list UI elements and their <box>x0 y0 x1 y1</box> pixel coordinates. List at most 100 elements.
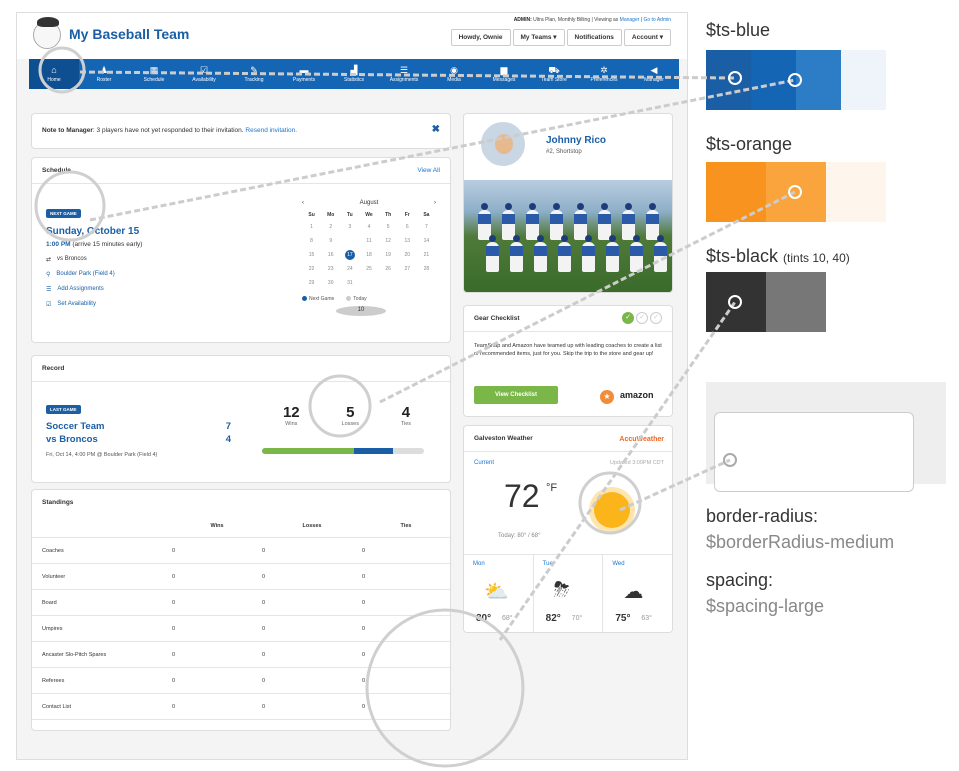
nav-item-home[interactable]: ⌂ Home <box>29 59 79 89</box>
calendar-day[interactable]: 8 <box>307 236 317 246</box>
calendar-day[interactable]: 6 <box>402 222 412 232</box>
table-row: Volunteer 0 0 0 <box>32 564 450 590</box>
standings-table: Wins Losses Ties Coaches 0 0 0 Volunteer 0 0 0 Boar… <box>32 514 450 720</box>
calendar-day[interactable]: 5 <box>383 222 393 232</box>
calendar-day[interactable]: 9 <box>326 236 336 246</box>
nav-icon: ⌂ <box>51 64 57 75</box>
notifications-button[interactable]: Notifications <box>566 29 622 46</box>
table-cell: Board <box>42 599 57 606</box>
calendar-day[interactable]: 3 <box>345 222 355 232</box>
table-cell: 0 <box>362 599 366 606</box>
nav-item-availability[interactable]: ☑ Availability <box>179 59 229 89</box>
table-cell: Contact List <box>42 703 72 710</box>
last-game-badge: LAST GAME <box>46 405 81 414</box>
opponent-row: ⇄ vs Broncos <box>46 256 87 263</box>
player-figure <box>534 235 547 272</box>
nav-item-payments[interactable]: ▬ Payments <box>279 59 329 89</box>
manager-link[interactable]: Manager <box>620 17 640 23</box>
map-pin-icon: ⚲ <box>46 272 51 278</box>
calendar-day[interactable]: 10 <box>336 306 386 316</box>
calendar-day[interactable]: 16 <box>326 250 336 260</box>
table-cell: 0 <box>262 625 266 632</box>
nav-item-manager[interactable]: ◀ Manager <box>629 59 679 89</box>
calendar-day[interactable]: 15 <box>307 250 317 260</box>
weather-icon: ☁ <box>623 581 644 603</box>
weather-card: Galveston Weather AccuWeather Current Up… <box>463 425 673 633</box>
close-icon[interactable]: ✖ <box>432 124 440 135</box>
nav-item-schedule[interactable]: ▦ Schedule <box>129 59 179 89</box>
player-figure <box>654 235 667 272</box>
my-teams-button[interactable]: My Teams ▾ <box>512 29 565 46</box>
table-cell: 0 <box>172 703 176 710</box>
table-row: Contact List 0 0 0 <box>32 694 450 720</box>
calendar-day[interactable]: 24 <box>345 264 355 274</box>
radius-value: $borderRadius-medium <box>706 532 895 552</box>
calendar-day[interactable]: 27 <box>402 264 412 274</box>
nav-item-roster[interactable]: ♟ Roster <box>79 59 129 89</box>
calendar-weekday: We <box>365 212 373 218</box>
calendar-day[interactable]: 21 <box>421 250 431 260</box>
nav-item-statistics[interactable]: ▟ Statistics <box>329 59 379 89</box>
set-availability-link[interactable]: ☑ Set Availability <box>46 301 142 308</box>
view-checklist-button[interactable]: View Checklist <box>474 386 558 404</box>
standings-title: Standings <box>42 499 74 506</box>
forecast-day-name: Wed <box>612 561 625 567</box>
calendar-day[interactable]: 13 <box>402 236 412 246</box>
calendar-day[interactable]: 12 <box>383 236 393 246</box>
calendar-day[interactable]: 23 <box>326 264 336 274</box>
table-cell: 0 <box>362 573 366 580</box>
calendar-day[interactable]: 31 <box>345 278 355 288</box>
ts-black-label: $ts-black (tints 10, 40) <box>706 246 850 266</box>
calendar-day[interactable]: 28 <box>421 264 431 274</box>
forecast-day: Wed ☁ 75° 63° <box>603 555 672 632</box>
record-card: Record LAST GAME Soccer Team 7 vs Broncos… <box>31 355 451 483</box>
team-name[interactable]: My Baseball Team <box>69 26 189 42</box>
howdy-button[interactable]: Howdy, Ownie <box>450 29 511 46</box>
nav-item-assignments[interactable]: ☰ Assignments <box>379 59 429 89</box>
calendar-day[interactable]: 2 <box>326 222 336 232</box>
avatar[interactable] <box>479 120 527 168</box>
nav-item-tracking[interactable]: ✎ Tracking <box>229 59 279 89</box>
calendar-day[interactable]: 30 <box>326 278 336 288</box>
prev-month-icon[interactable]: ‹ <box>302 200 304 206</box>
color-swatch <box>706 50 751 110</box>
calendar-day[interactable]: 22 <box>307 264 317 274</box>
player-card: Johnny Rico #2, Shortstop <box>463 113 673 293</box>
player-name[interactable]: Johnny Rico <box>546 135 606 146</box>
calendar-day[interactable]: 14 <box>421 236 431 246</box>
weather-icon: ⛈ <box>553 579 570 601</box>
go-to-admin-link[interactable]: Go to Admin <box>643 17 671 23</box>
game-date[interactable]: Sunday, October 15 <box>46 226 142 237</box>
next-month-icon[interactable]: › <box>434 200 436 206</box>
table-cell: 0 <box>172 573 176 580</box>
calendar-day[interactable]: 25 <box>364 264 374 274</box>
forecast-day-name: Tue <box>542 561 553 567</box>
calendar-day[interactable]: 29 <box>307 278 317 288</box>
calendar-day[interactable]: 20 <box>402 250 412 260</box>
nav-item-preferences[interactable]: ✲ Preferences <box>579 59 629 89</box>
color-swatch <box>766 272 826 332</box>
calendar-day[interactable]: 1 <box>307 222 317 232</box>
table-cell: 0 <box>262 677 266 684</box>
check-icon: ✓ <box>622 312 634 324</box>
calendar-day[interactable]: 17 <box>344 250 355 260</box>
resend-invitation-link[interactable]: Resend invitation. <box>245 127 297 134</box>
calendar-weekday: Su <box>308 212 315 218</box>
calendar-day[interactable]: 18 <box>364 250 374 260</box>
black-swatches <box>706 272 826 332</box>
calendar-day[interactable]: 11 <box>364 236 374 246</box>
calendar-day[interactable]: 4 <box>364 222 374 232</box>
nav-item-team-store[interactable]: ⛟ Team Store <box>529 59 579 89</box>
nav-item-media[interactable]: ◉ Media <box>429 59 479 89</box>
updated-time: Updated 3:00PM CDT <box>609 460 664 466</box>
nav-item-messages[interactable]: ▆ Messages <box>479 59 529 89</box>
location-link[interactable]: ⚲ Boulder Park (Field 4) <box>46 271 142 278</box>
table-cell: Umpires <box>42 625 63 632</box>
add-assignments-link[interactable]: ☰ Add Assignments <box>46 286 142 293</box>
calendar-day[interactable]: 7 <box>421 222 431 232</box>
view-all-link[interactable]: View All <box>417 167 440 174</box>
table-cell: Ancaster Slo-Pitch Spares <box>42 651 107 658</box>
account-button[interactable]: Account ▾ <box>623 29 671 46</box>
calendar-day[interactable]: 19 <box>383 250 393 260</box>
calendar-day[interactable]: 26 <box>383 264 393 274</box>
